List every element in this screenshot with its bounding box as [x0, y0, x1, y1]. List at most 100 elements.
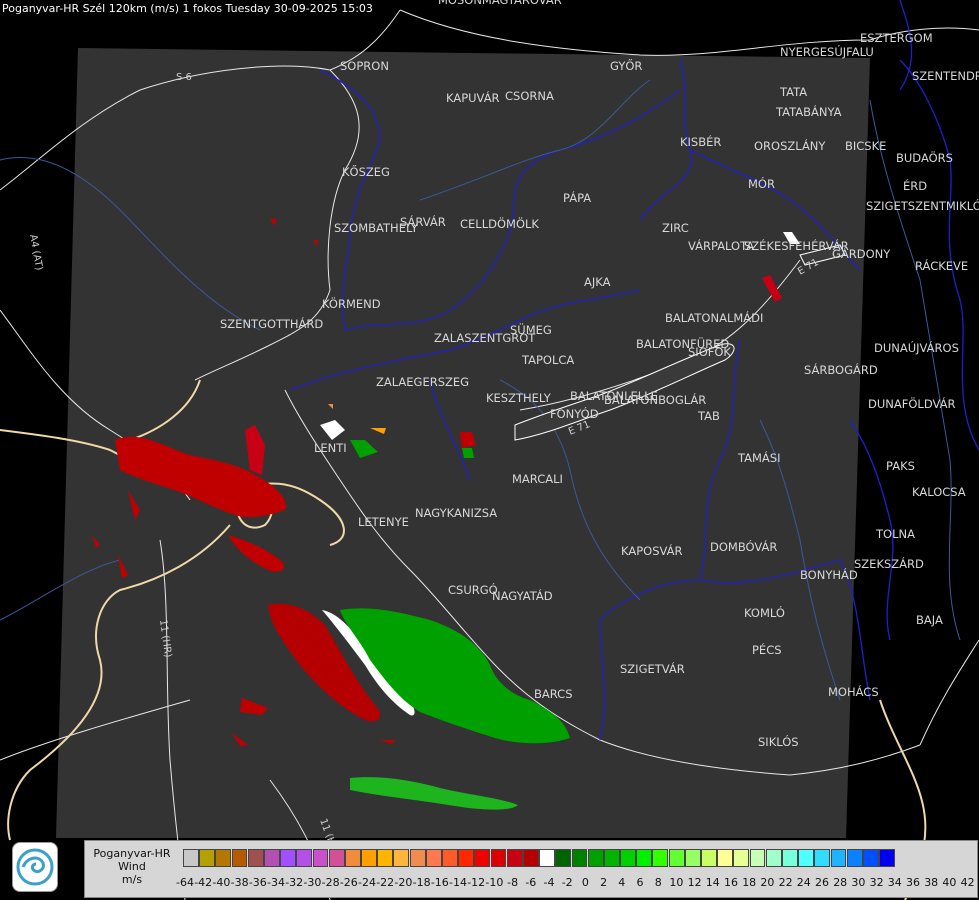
legend-swatch: [846, 849, 863, 867]
legend-swatch: [636, 849, 653, 867]
city-label: RÁCKEVE: [915, 258, 968, 273]
legend-tick-label: -14: [449, 876, 467, 889]
omsz-logo: [12, 842, 58, 892]
legend-unit: m/s: [121, 873, 143, 886]
legend-swatch: [312, 849, 329, 867]
city-label: GYŐR: [610, 58, 642, 73]
legend-tick-label: 6: [636, 876, 644, 889]
city-label: SÁRVÁR: [400, 214, 446, 229]
map-title: Poganyvar-HR Szél 120km (m/s) 1 fokos Tu…: [2, 2, 373, 15]
city-label: BAJA: [916, 613, 943, 627]
city-label: PÉCS: [752, 642, 782, 657]
legend-swatch: [247, 849, 264, 867]
legend-tick-label: 14: [705, 876, 720, 889]
legend-tick-label: -40: [212, 876, 231, 889]
city-label: KÖRMEND: [322, 295, 381, 311]
legend-swatch: [571, 849, 588, 867]
legend-source: Poganyvar-HR: [93, 847, 171, 860]
legend-swatch: [344, 849, 361, 867]
city-label: SZIGETSZENTMIKLÓS: [866, 198, 979, 213]
city-label: NAGYATÁD: [492, 588, 553, 603]
legend-swatch: [328, 849, 345, 867]
legend-swatch: [684, 849, 701, 867]
radar-map: S 6 A4 (AT) E 71 E 71 11 (HR) 11 (HR) MO…: [0, 0, 979, 900]
city-label: BONYHÁD: [800, 567, 858, 582]
legend-ticks: -64 -42 -40 -38 -36 -34 -32 -30 -28 -26 -24 -22 -20-…: [176, 876, 975, 890]
city-label: ÉRD: [903, 178, 927, 193]
legend-swatch: [409, 849, 426, 867]
legend-swatch: [717, 849, 734, 867]
legend-swatch: [814, 849, 831, 867]
legend-swatch: [798, 849, 815, 867]
city-label: SZENTENDRE: [912, 69, 979, 83]
legend-tick-label: 12: [687, 876, 702, 889]
legend-tick-label: -22: [376, 876, 395, 889]
color-scale-legend: Poganyvar-HR Wind m/s -64 -42 -40 -38 -36 -34…: [84, 840, 978, 898]
city-label: CSURGÓ: [448, 582, 498, 597]
legend-swatch: [393, 849, 410, 867]
legend-swatch: [733, 849, 750, 867]
legend-tick-label: 8: [654, 876, 662, 889]
legend-swatch: [506, 849, 523, 867]
legend-tick-label: -36: [248, 876, 267, 889]
city-label: SIÓFOK: [688, 344, 731, 359]
legend-tick-label: 32: [869, 876, 884, 889]
legend-swatch: [458, 849, 475, 867]
legend-tick-label: -10: [485, 876, 504, 889]
city-label: NAGYKANIZSA: [415, 506, 497, 520]
city-label: SZEKSZÁRD: [854, 556, 924, 571]
city-label: KESZTHELY: [486, 391, 552, 405]
legend-tick-label: -32: [285, 876, 304, 889]
legend-tick-label: -2: [561, 876, 573, 889]
city-label: SIKLÓS: [758, 734, 799, 749]
legend-tick-label: -4: [543, 876, 555, 889]
legend-swatch: [522, 849, 539, 867]
legend-tick-label: 22: [778, 876, 793, 889]
legend-tick-label: -24: [358, 876, 376, 889]
city-label: KAPUVÁR: [446, 90, 500, 105]
city-label: LENTI: [314, 441, 347, 455]
legend-tick-label: 30: [851, 876, 866, 889]
city-label: KALOCSA: [912, 485, 966, 499]
legend-title: Poganyvar-HR Wind m/s: [85, 841, 179, 897]
legend-quantity: Wind: [118, 860, 146, 873]
legend-tick-label: -38: [230, 876, 249, 889]
city-label: BARCS: [534, 687, 573, 701]
legend-swatch: [749, 849, 766, 867]
city-label: CSORNA: [505, 89, 554, 103]
city-label: BICSKE: [845, 139, 886, 153]
city-label: TAMÁSI: [737, 450, 780, 465]
legend-swatch: [555, 849, 572, 867]
echo-green: [462, 448, 474, 458]
legend-tick-label: 42: [960, 876, 975, 889]
legend-swatch: [668, 849, 685, 867]
legend-tick-label: -20: [394, 876, 413, 889]
city-label: TAB: [697, 409, 720, 423]
legend-tick-label: 40: [942, 876, 957, 889]
legend-tick-label: 0: [581, 876, 589, 889]
legend-tick-label: -8: [507, 876, 519, 889]
legend-tick-label: 4: [618, 876, 626, 889]
legend-tick-label: 36: [906, 876, 920, 889]
legend-swatch: [280, 849, 297, 867]
legend-swatch: [652, 849, 669, 867]
city-label: KAPOSVÁR: [621, 543, 682, 558]
legend-swatch: [603, 849, 620, 867]
legend-swatch: [442, 849, 458, 867]
legend-swatch: [620, 849, 636, 867]
city-label: KISBÉR: [680, 134, 721, 149]
legend-tick-label: -26: [339, 876, 358, 889]
city-label: PAKS: [886, 459, 915, 473]
legend-tick-label: 20: [760, 876, 775, 889]
legend-tick-label: -30: [303, 876, 322, 889]
road-label: S 6: [176, 72, 192, 83]
legend-swatch: [215, 849, 232, 867]
city-label: ZIRC: [662, 221, 689, 235]
legend-swatch: [490, 849, 507, 867]
legend-tick-label: 2: [600, 876, 608, 889]
city-label: AJKA: [584, 275, 611, 289]
legend-swatch: [587, 849, 604, 867]
legend-tick-label: -28: [321, 876, 340, 889]
city-label: KŐSZEG: [342, 164, 390, 179]
legend-swatch: [830, 849, 847, 867]
